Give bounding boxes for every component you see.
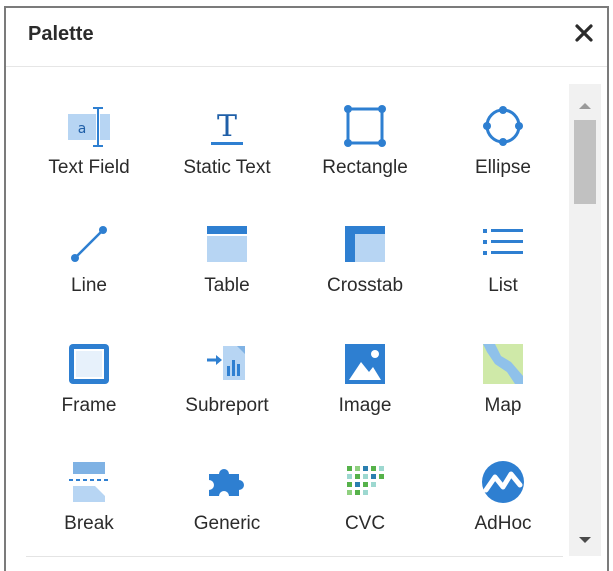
palette-item-label: List <box>488 275 518 296</box>
generic-icon <box>209 469 244 496</box>
panel-header: Palette <box>6 8 607 67</box>
palette-item-static-text[interactable]: T Static Text <box>158 82 296 192</box>
scroll-up-arrow-icon[interactable] <box>569 90 601 120</box>
list-icon <box>483 229 523 255</box>
palette-item-label: CVC <box>344 513 386 534</box>
adhoc-icon <box>482 461 524 503</box>
palette-item-label: Image <box>338 395 392 416</box>
cvc-icon <box>347 466 384 495</box>
map-icon <box>483 344 523 384</box>
palette-item-label: Text Field <box>48 157 130 178</box>
palette-item-label: Line <box>71 275 107 296</box>
palette-item-adhoc[interactable]: AdHoc <box>434 438 572 548</box>
palette-item-ellipse[interactable]: Ellipse <box>434 82 572 192</box>
line-icon <box>71 226 107 262</box>
palette-item-frame[interactable]: Frame <box>20 320 158 430</box>
break-icon <box>69 462 109 502</box>
frame-icon <box>69 344 109 384</box>
scroll-down-arrow-icon[interactable] <box>569 526 601 556</box>
palette-item-label: Rectangle <box>322 157 408 178</box>
scrollbar-thumb[interactable] <box>574 120 596 204</box>
table-icon <box>207 226 247 262</box>
palette-item-image[interactable]: Image <box>296 320 434 430</box>
palette-item-generic[interactable]: Generic <box>158 438 296 548</box>
svg-text:T: T <box>217 109 237 144</box>
palette-item-label: AdHoc <box>474 513 532 534</box>
palette-item-label: Ellipse <box>475 157 531 178</box>
palette-item-cvc[interactable]: CVC <box>296 438 434 548</box>
palette-item-list[interactable]: List <box>434 200 572 310</box>
subreport-icon <box>207 346 245 380</box>
palette-item-crosstab[interactable]: Crosstab <box>296 200 434 310</box>
palette-item-text-field[interactable]: a Text Field <box>20 82 158 192</box>
text-field-icon: a <box>68 107 110 147</box>
static-text-icon: T <box>211 109 243 145</box>
palette-item-label: Crosstab <box>326 275 404 296</box>
palette-content: a Text Field T Static Text Rectangle Ell… <box>20 82 572 550</box>
palette-item-break[interactable]: Break <box>20 438 158 548</box>
vertical-scrollbar[interactable] <box>569 84 601 556</box>
bottom-divider <box>26 556 563 557</box>
panel-title: Palette <box>28 23 94 45</box>
palette-item-label: Subreport <box>185 395 269 416</box>
ellipse-icon <box>483 106 523 146</box>
palette-item-map[interactable]: Map <box>434 320 572 430</box>
palette-item-line[interactable]: Line <box>20 200 158 310</box>
palette-panel: Palette a Text Field T Static Text Recta… <box>4 6 609 571</box>
palette-item-label: Generic <box>193 513 261 534</box>
crosstab-icon <box>345 226 385 262</box>
palette-item-label: Map <box>484 395 522 416</box>
palette-item-rectangle[interactable]: Rectangle <box>296 82 434 192</box>
palette-item-label: Table <box>204 275 250 296</box>
svg-text:a: a <box>78 121 87 137</box>
palette-item-label: Break <box>64 513 114 534</box>
rectangle-icon <box>344 105 386 147</box>
palette-item-label: Frame <box>61 395 117 416</box>
image-icon <box>345 344 385 384</box>
palette-grid: a Text Field T Static Text Rectangle Ell… <box>20 82 572 550</box>
palette-item-table[interactable]: Table <box>158 200 296 310</box>
close-icon[interactable] <box>571 20 597 46</box>
palette-item-subreport[interactable]: Subreport <box>158 320 296 430</box>
palette-item-label: Static Text <box>183 157 271 178</box>
